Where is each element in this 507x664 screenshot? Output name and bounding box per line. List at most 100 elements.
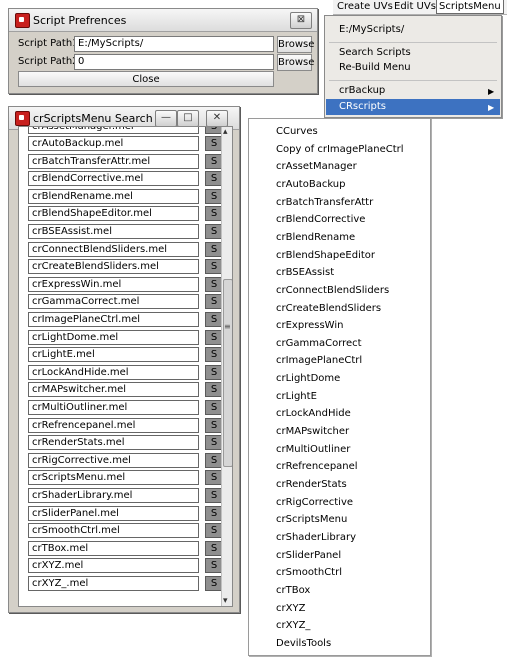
table-row: crBlendRename.mel S bbox=[19, 188, 229, 205]
table-row: crExpressWin.mel S bbox=[19, 276, 229, 293]
submenu-item[interactable]: crSmoothCtrl bbox=[276, 567, 342, 578]
script-name-field[interactable]: crLockAndHide.mel bbox=[28, 364, 199, 380]
script-name-field[interactable]: crBlendCorrective.mel bbox=[28, 171, 199, 187]
script-name-field[interactable]: crBlendShapeEditor.mel bbox=[28, 206, 199, 222]
script-name-field[interactable]: crBatchTransferAttr.mel bbox=[28, 153, 199, 169]
submenu-item[interactable]: crBSEAssist bbox=[276, 267, 334, 278]
submenu-item[interactable]: crBlendCorrective bbox=[276, 214, 365, 225]
menu-item-search-scripts[interactable]: Search Scripts bbox=[339, 47, 411, 58]
table-row: crSliderPanel.mel S bbox=[19, 505, 229, 522]
menu-item-crbackup[interactable]: crBackup bbox=[339, 85, 385, 96]
scroll-down-arrow[interactable]: ▾ bbox=[223, 596, 228, 606]
minimize-icon[interactable]: — bbox=[155, 110, 177, 127]
script-name-field[interactable]: crRefrencepanel.mel bbox=[28, 417, 199, 433]
table-row: crGammaCorrect.mel S bbox=[19, 293, 229, 310]
prefs-titlebar[interactable]: Script Prefrences ⊠ bbox=[9, 9, 317, 32]
submenu-item[interactable]: crLightE bbox=[276, 391, 317, 402]
submenu-item[interactable]: crConnectBlendSliders bbox=[276, 285, 389, 296]
search-window-title: crScriptsMenu Search bbox=[33, 112, 153, 125]
table-row: crAssetManager.mel S bbox=[19, 127, 229, 135]
submenu-item[interactable]: crXYZ_ bbox=[276, 620, 310, 631]
submenu-item[interactable]: crTBox bbox=[276, 585, 310, 596]
menu-item-crscripts[interactable]: CRscripts bbox=[339, 101, 386, 112]
table-row: crLightDome.mel S bbox=[19, 329, 229, 346]
submenu-arrow-icon: ▶ bbox=[488, 87, 495, 96]
script-name-field[interactable]: crConnectBlendSliders.mel bbox=[28, 241, 199, 257]
submenu-item[interactable]: crGammaCorrect bbox=[276, 338, 362, 349]
list-scrollbar[interactable]: ▴ ≡ ▾ bbox=[221, 127, 232, 606]
script-name-field[interactable]: crAssetManager.mel bbox=[28, 127, 199, 134]
script-name-field[interactable]: crSmoothCtrl.mel bbox=[28, 523, 199, 539]
submenu-item[interactable]: crXYZ bbox=[276, 603, 305, 614]
submenu-item[interactable]: crLockAndHide bbox=[276, 408, 351, 419]
menu-edit-uvs[interactable]: Edit UVs bbox=[394, 0, 436, 13]
script-name-field[interactable]: crXYZ_.mel bbox=[28, 576, 199, 591]
submenu-item[interactable]: crShaderLibrary bbox=[276, 532, 356, 543]
script-name-field[interactable]: crBSEAssist.mel bbox=[28, 224, 199, 239]
script-list: crAssetManager.mel ScrAutoBackup.mel ScrBa… bbox=[18, 126, 233, 607]
script-name-field[interactable]: crLightE.mel bbox=[28, 347, 199, 363]
search-close-icon[interactable]: ✕ bbox=[206, 110, 228, 127]
script-name-field[interactable]: crTBox.mel bbox=[28, 540, 199, 556]
script-name-field[interactable]: crXYZ.mel bbox=[28, 558, 199, 574]
menu-create-uvs[interactable]: Create UVs bbox=[337, 0, 393, 13]
submenu-item[interactable]: crBlendShapeEditor bbox=[276, 250, 375, 261]
script-path1-browse-button[interactable]: Browse bbox=[277, 36, 314, 53]
top-menubar: Create UVs Edit UVs ScriptsMenu bbox=[333, 0, 507, 15]
submenu-item[interactable]: crMAPswitcher bbox=[276, 426, 349, 437]
script-path2-field[interactable]: 0 bbox=[74, 54, 274, 70]
submenu-item[interactable]: crCreateBlendSliders bbox=[276, 303, 381, 314]
submenu-item[interactable]: crBlendRename bbox=[276, 232, 355, 243]
crscripts-submenu: CCurves Copy of crImagePlaneCtrl crAssetMa… bbox=[248, 118, 431, 656]
submenu-item[interactable]: crScriptsMenu bbox=[276, 514, 347, 525]
script-name-field[interactable]: crMultiOutliner.mel bbox=[28, 400, 199, 415]
table-row: crScriptsMenu.mel S bbox=[19, 469, 229, 486]
script-name-field[interactable]: crLightDome.mel bbox=[28, 329, 199, 345]
script-name-field[interactable]: crSliderPanel.mel bbox=[28, 505, 199, 521]
menu-item-script-path[interactable]: E:/MyScripts/ bbox=[339, 24, 404, 35]
table-row: crXYZ_.mel S bbox=[19, 575, 229, 592]
submenu-item[interactable]: crImagePlaneCtrl bbox=[276, 355, 362, 366]
menu-item-rebuild-menu[interactable]: Re-Build Menu bbox=[339, 62, 411, 73]
script-name-field[interactable]: crBlendRename.mel bbox=[28, 188, 199, 204]
table-row: crConnectBlendSliders.mel S bbox=[19, 241, 229, 258]
script-name-field[interactable]: crRigCorrective.mel bbox=[28, 452, 199, 468]
submenu-item[interactable]: crAssetManager bbox=[276, 161, 357, 172]
submenu-item[interactable]: crRenderStats bbox=[276, 479, 347, 490]
submenu-item[interactable]: crBatchTransferAttr bbox=[276, 197, 373, 208]
submenu-item[interactable]: CCurves bbox=[276, 126, 318, 137]
submenu-item[interactable]: DevilsTools bbox=[276, 638, 331, 649]
prefs-close-button[interactable]: Close bbox=[18, 71, 274, 87]
submenu-item[interactable]: crMultiOutliner bbox=[276, 444, 350, 455]
script-name-field[interactable]: crGammaCorrect.mel bbox=[28, 294, 199, 310]
script-name-field[interactable]: crScriptsMenu.mel bbox=[28, 470, 199, 486]
menu-separator bbox=[329, 42, 497, 43]
submenu-item[interactable]: Copy of crImagePlaneCtrl bbox=[276, 144, 404, 155]
scrollbar-thumb[interactable]: ≡ bbox=[223, 278, 232, 467]
submenu-item[interactable]: crAutoBackup bbox=[276, 179, 345, 190]
table-row: crXYZ.mel S bbox=[19, 557, 229, 574]
submenu-item[interactable]: crRigCorrective bbox=[276, 497, 353, 508]
script-name-field[interactable]: crShaderLibrary.mel bbox=[28, 488, 199, 503]
script-name-field[interactable]: crImagePlaneCtrl.mel bbox=[28, 312, 199, 327]
script-path1-field[interactable]: E:/MyScripts/ bbox=[74, 36, 274, 52]
table-row: crShaderLibrary.mel S bbox=[19, 487, 229, 504]
table-row: crMAPswitcher.mel S bbox=[19, 381, 229, 398]
table-row: crMultiOutliner.mel S bbox=[19, 399, 229, 416]
maximize-icon[interactable]: □ bbox=[177, 110, 199, 127]
script-name-field[interactable]: crMAPswitcher.mel bbox=[28, 382, 199, 398]
script-name-field[interactable]: crRenderStats.mel bbox=[28, 435, 199, 451]
script-name-field[interactable]: crCreateBlendSliders.mel bbox=[28, 259, 199, 275]
submenu-item[interactable]: crExpressWin bbox=[276, 320, 343, 331]
submenu-arrow-icon: ▶ bbox=[488, 103, 495, 112]
script-name-field[interactable]: crExpressWin.mel bbox=[28, 276, 199, 292]
scroll-up-arrow[interactable]: ▴ bbox=[223, 127, 228, 137]
submenu-item[interactable]: crLightDome bbox=[276, 373, 340, 384]
script-path2-browse-button[interactable]: Browse bbox=[277, 54, 314, 71]
menu-scripts-menu[interactable]: ScriptsMenu bbox=[436, 0, 504, 14]
submenu-item[interactable]: crSliderPanel bbox=[276, 550, 341, 561]
submenu-item[interactable]: crRefrencepanel bbox=[276, 461, 358, 472]
script-name-field[interactable]: crAutoBackup.mel bbox=[28, 136, 199, 151]
prefs-close-icon[interactable]: ⊠ bbox=[290, 12, 312, 29]
table-row: crRefrencepanel.mel S bbox=[19, 417, 229, 434]
